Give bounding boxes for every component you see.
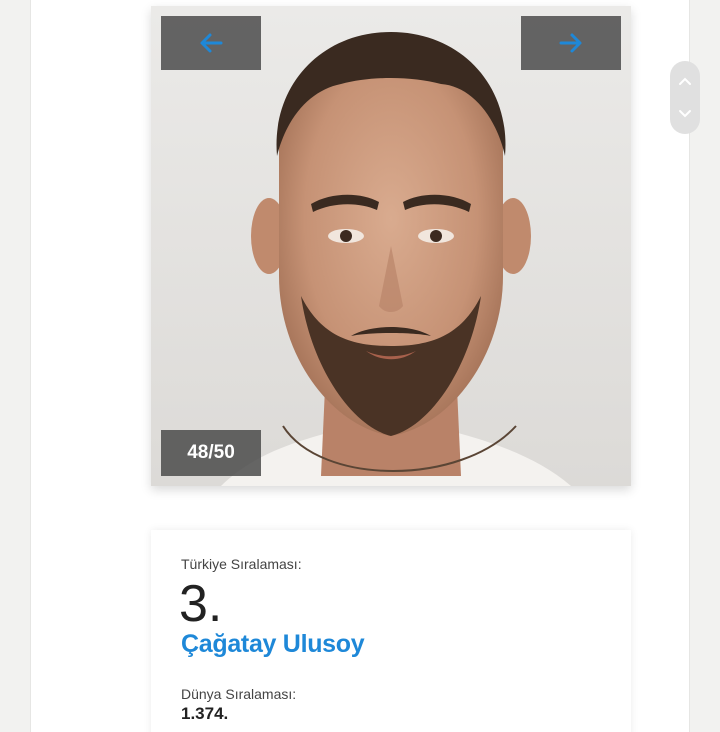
ranking-card: Türkiye Sıralaması: 3. Çağatay Ulusoy Dü… — [151, 530, 631, 732]
arrow-left-icon — [200, 33, 223, 53]
person-name-link[interactable]: Çağatay Ulusoy — [181, 630, 365, 659]
scroll-controls — [670, 61, 700, 134]
chevron-up-icon[interactable] — [677, 74, 693, 90]
arrow-right-icon — [559, 33, 582, 53]
turkey-rank-label: Türkiye Sıralaması: — [181, 556, 302, 572]
chevron-down-icon[interactable] — [677, 105, 693, 121]
portrait-image — [151, 6, 631, 486]
next-photo-button[interactable] — [521, 16, 621, 70]
world-rank-label: Dünya Sıralaması: — [181, 686, 297, 702]
turkey-rank-value: 3. — [179, 575, 223, 633]
gallery-photo: 48/50 — [151, 6, 631, 486]
world-rank-value: 1.374. — [181, 704, 229, 723]
previous-photo-button[interactable] — [161, 16, 261, 70]
photo-counter: 48/50 — [161, 430, 261, 476]
page-container: 48/50 Türkiye Sıralaması: 3. Çağatay Ulu… — [30, 0, 690, 732]
